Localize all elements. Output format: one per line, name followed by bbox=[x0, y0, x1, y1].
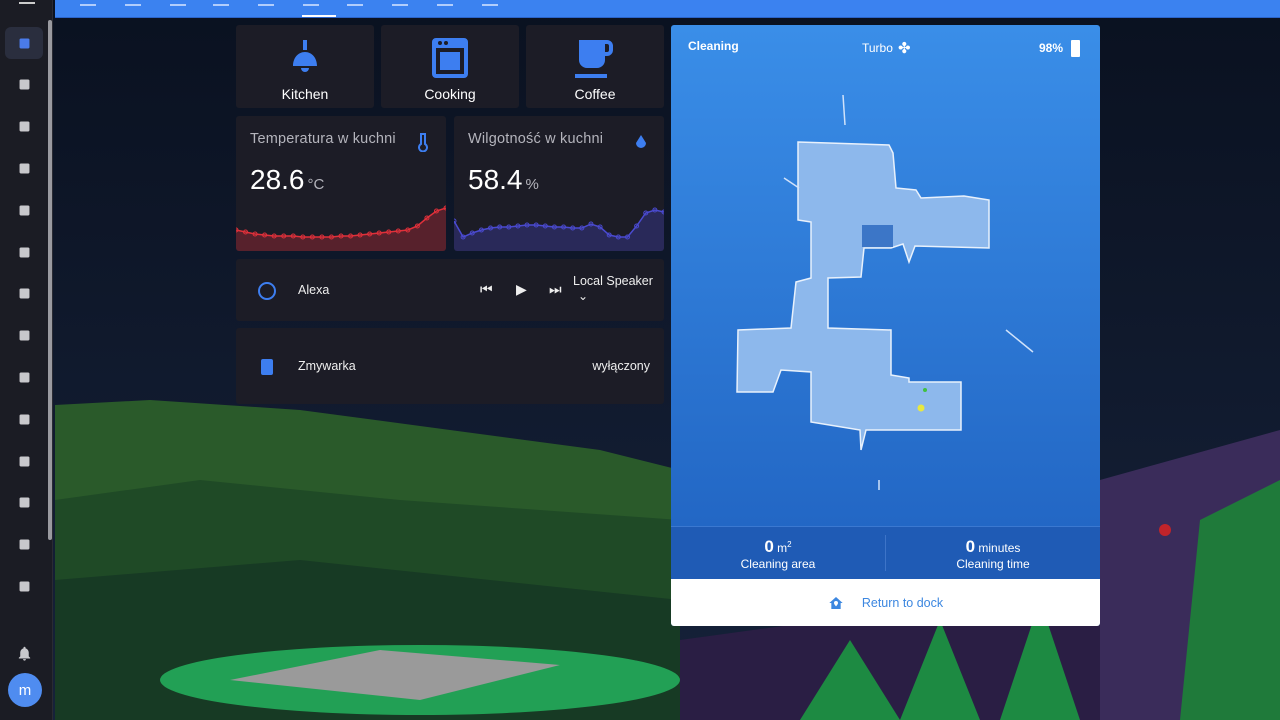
tab-kitchen[interactable] bbox=[258, 0, 274, 6]
sidebar: m bbox=[0, 0, 53, 720]
dock-label: Return to dock bbox=[861, 595, 944, 610]
sidebar-item-esphome[interactable] bbox=[5, 403, 43, 435]
sidebar-item-mqtt[interactable] bbox=[5, 320, 43, 352]
tab-search[interactable] bbox=[125, 0, 141, 6]
amazon-alexa-icon bbox=[258, 282, 276, 300]
calendar-icon bbox=[19, 288, 29, 299]
area-unit: m bbox=[777, 541, 788, 555]
sidebar-item-history[interactable] bbox=[5, 152, 43, 184]
coffee-icon bbox=[575, 40, 613, 78]
sidebar-item-dashboard[interactable] bbox=[5, 27, 43, 59]
sidebar-item-terminal[interactable] bbox=[5, 361, 43, 393]
media-name: Alexa bbox=[298, 283, 330, 297]
battery-icon bbox=[1071, 40, 1080, 57]
backup-icon bbox=[19, 497, 29, 508]
time-value: 0 bbox=[965, 537, 976, 556]
source-select[interactable]: Local Speaker bbox=[573, 274, 653, 288]
water-percent-icon bbox=[636, 135, 646, 148]
temperature-history-chart bbox=[236, 205, 446, 251]
sensor-name: Wilgotność w kuchni bbox=[468, 131, 604, 147]
esphome-icon bbox=[19, 414, 29, 425]
cleaning-stats: 0 m2 Cleaning area 0 minutes Cleaning time bbox=[671, 526, 1100, 579]
temperature-sensor-card[interactable]: Temperatura w kuchni 28.6 °C bbox=[236, 116, 446, 251]
sidebar-item-map[interactable] bbox=[5, 69, 43, 101]
play-button[interactable]: ▶ bbox=[516, 281, 527, 298]
tab-home[interactable] bbox=[80, 0, 96, 6]
history-icon bbox=[19, 163, 29, 174]
chart-area bbox=[236, 208, 446, 251]
fan-speed[interactable]: Turbo bbox=[862, 41, 893, 55]
thermometer-icon bbox=[418, 133, 428, 152]
cleaning-area-stat: 0 m2 Cleaning area bbox=[740, 537, 816, 571]
sensor-name: Temperatura w kuchni bbox=[250, 131, 396, 147]
tab-cart[interactable] bbox=[303, 0, 319, 6]
media-player-icon bbox=[19, 581, 29, 592]
sidebar-item-radar[interactable] bbox=[5, 445, 43, 477]
sidebar-item-calendar[interactable] bbox=[5, 278, 43, 310]
tab-desk[interactable] bbox=[170, 0, 186, 6]
media-icon bbox=[19, 539, 29, 550]
vacuum-status: Cleaning bbox=[688, 39, 739, 53]
sensor-unit: °C bbox=[307, 176, 325, 193]
fan-icon[interactable]: ✤ bbox=[898, 39, 911, 57]
sidebar-item-media[interactable] bbox=[5, 529, 43, 561]
sidebar-item-logbook[interactable] bbox=[5, 111, 43, 143]
dishwasher-icon bbox=[261, 359, 273, 375]
sidebar-item-media-player[interactable] bbox=[5, 570, 43, 602]
humidity-history-chart bbox=[454, 207, 664, 251]
tab-bed[interactable] bbox=[213, 0, 229, 6]
chevron-down-icon[interactable]: ⌄ bbox=[578, 289, 588, 303]
sidebar-scrollbar[interactable] bbox=[48, 20, 52, 540]
sensor-unit: % bbox=[525, 176, 539, 193]
tab-tv[interactable] bbox=[437, 0, 453, 6]
vacuum-map[interactable] bbox=[671, 70, 1100, 526]
area-value: 0 bbox=[764, 537, 774, 556]
home-map-marker-icon bbox=[829, 596, 843, 609]
cooking-button[interactable]: Cooking bbox=[381, 25, 519, 108]
humidity-sensor-card[interactable]: Wilgotność w kuchni 58.4% bbox=[454, 116, 664, 251]
area-label: Cleaning area bbox=[740, 557, 816, 571]
sensor-value: 58.4 bbox=[468, 164, 523, 195]
ceiling-light-icon bbox=[293, 40, 317, 72]
avatar[interactable]: m bbox=[8, 673, 42, 707]
stove-icon bbox=[432, 38, 468, 78]
radar-icon bbox=[19, 456, 29, 466]
button-label: Coffee bbox=[574, 86, 616, 102]
logbook-icon bbox=[19, 121, 29, 132]
map-icon bbox=[19, 79, 29, 90]
time-label: Cleaning time bbox=[956, 557, 1030, 571]
vacuum-card: Cleaning Turbo ✤ 98% 0 m2 Cleaning area 0… bbox=[671, 25, 1100, 626]
hacs-icon bbox=[19, 205, 29, 216]
coffee-button[interactable]: Coffee bbox=[526, 25, 664, 108]
active-tab-indicator bbox=[302, 15, 336, 17]
next-track-button[interactable]: ⏭ bbox=[549, 281, 562, 298]
button-label: Kitchen bbox=[281, 86, 329, 102]
terminal-icon bbox=[19, 372, 29, 383]
bell-icon[interactable] bbox=[5, 637, 43, 669]
dishwasher-name: Zmywarka bbox=[298, 359, 356, 373]
dashboard-icon bbox=[19, 38, 29, 48]
view-tabs-bar bbox=[55, 0, 1280, 18]
tab-tools[interactable] bbox=[392, 0, 408, 6]
return-to-dock-button[interactable]: Return to dock bbox=[671, 579, 1100, 626]
sensor-value: 28.6 bbox=[250, 164, 305, 195]
sidebar-item-hacs[interactable] bbox=[5, 194, 43, 226]
sidebar-item-backup[interactable] bbox=[5, 487, 43, 519]
button-label: Cooking bbox=[424, 86, 476, 102]
mqtt-icon bbox=[19, 330, 29, 341]
previous-track-button[interactable]: ⏮ bbox=[480, 281, 493, 298]
dishwasher-row[interactable]: Zmywarka wyłączony bbox=[236, 328, 664, 404]
database-icon bbox=[19, 247, 29, 257]
time-unit: minutes bbox=[978, 541, 1021, 555]
tab-chevron[interactable] bbox=[482, 0, 498, 6]
dishwasher-state: wyłączony bbox=[592, 359, 650, 373]
sidebar-item-database[interactable] bbox=[5, 236, 43, 268]
cleaning-time-stat: 0 minutes Cleaning time bbox=[886, 527, 1100, 579]
tab-table[interactable] bbox=[347, 0, 363, 6]
battery-level: 98% bbox=[1039, 41, 1064, 55]
media-player-card: Alexa ⏮ ▶ ⏭ Local Speaker ⌄ bbox=[236, 259, 664, 321]
menu-icon[interactable] bbox=[0, 0, 53, 18]
kitchen-button[interactable]: Kitchen bbox=[236, 25, 374, 108]
